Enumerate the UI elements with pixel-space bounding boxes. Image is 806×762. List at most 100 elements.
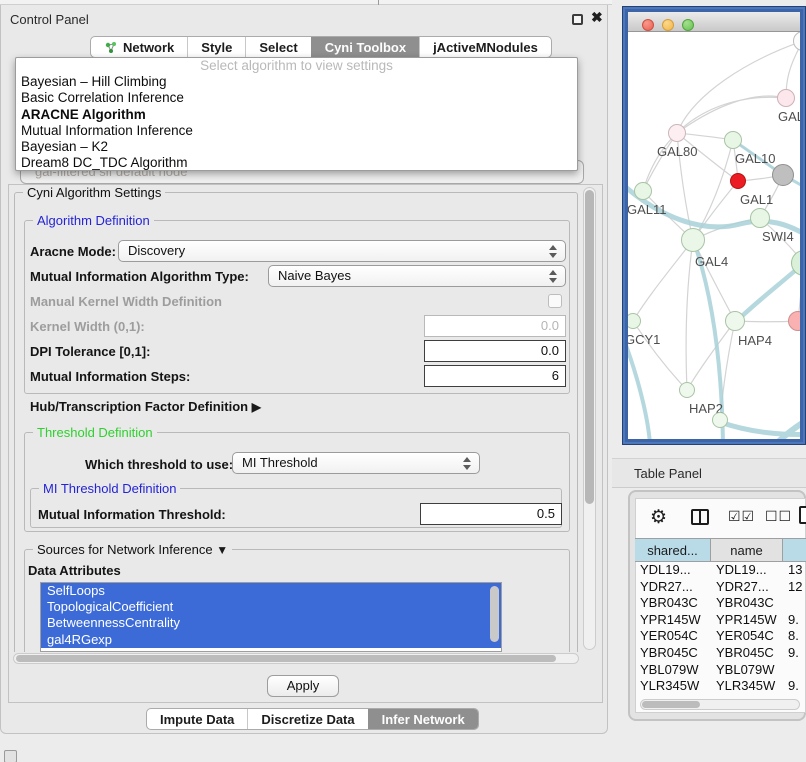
- tab-impute-data[interactable]: Impute Data: [147, 709, 247, 729]
- table-column-header[interactable]: A: [783, 538, 806, 562]
- table-panel-title: Table Panel: [634, 466, 702, 481]
- table-row[interactable]: YDL19...YDL19...13: [635, 562, 806, 579]
- tab-label: Network: [123, 40, 174, 55]
- dpi-tolerance-input[interactable]: 0.0: [424, 340, 566, 362]
- sources-title: Sources for Network Inference: [37, 542, 213, 557]
- network-node-hap2[interactable]: [679, 382, 695, 398]
- table-row[interactable]: YIL052CYIL052C9.: [635, 695, 806, 698]
- hub-definition-expander[interactable]: Hub/Transcription Factor Definition ▶: [30, 399, 261, 414]
- mi-type-select[interactable]: Naive Bayes: [268, 265, 566, 287]
- table-cell: YBL079W: [635, 662, 711, 679]
- algorithm-popup: Select algorithm to view settings Bayesi…: [15, 57, 578, 171]
- table-cell: YPR145W: [635, 612, 711, 629]
- table-row[interactable]: YLR345WYLR345W9.: [635, 678, 806, 695]
- tab-style[interactable]: Style: [187, 37, 245, 57]
- unchecked-boxes-icon[interactable]: ☐☐: [765, 508, 792, 525]
- network-node-gal[interactable]: [777, 89, 795, 107]
- network-node-gal1[interactable]: [730, 173, 746, 189]
- data-attribute-item[interactable]: TopologicalCoefficient: [41, 599, 501, 615]
- tab-discretize-data[interactable]: Discretize Data: [247, 709, 367, 729]
- table-cell: YLR345W: [635, 678, 711, 695]
- group-title: Cyni Algorithm Settings: [23, 186, 165, 200]
- tab-label: Discretize Data: [261, 712, 354, 727]
- data-attributes-list[interactable]: SelfLoopsTopologicalCoefficientBetweenne…: [40, 582, 502, 652]
- close-window-icon[interactable]: [642, 19, 654, 31]
- network-node-gal4[interactable]: [681, 228, 705, 252]
- which-threshold-value: MI Threshold: [242, 455, 318, 470]
- group-title: MI Threshold Definition: [39, 481, 180, 496]
- algorithm-option[interactable]: Bayesian – K2: [16, 139, 577, 155]
- tab-select[interactable]: Select: [245, 37, 310, 57]
- checked-boxes-icon[interactable]: ☑☑: [728, 508, 755, 525]
- network-window-titlebar[interactable]: [628, 12, 800, 32]
- table-row[interactable]: YER054CYER054C8.: [635, 628, 806, 645]
- network-canvas[interactable]: GALGAL80GAL10GAL1GAL11SWI4GAL4GCY1HAP4YH…: [628, 32, 800, 439]
- split-columns-icon[interactable]: [691, 509, 709, 525]
- data-attribute-item[interactable]: BetweennessCentrality: [41, 615, 501, 631]
- network-node[interactable]: [712, 412, 728, 428]
- gear-icon[interactable]: ⚙: [650, 506, 667, 529]
- table-cell: YBR045C: [711, 645, 783, 662]
- algorithm-option[interactable]: ARACNE Algorithm: [16, 107, 577, 123]
- table-row[interactable]: YBL079WYBL079W: [635, 662, 806, 679]
- table-cell: 8.: [783, 628, 806, 645]
- table-cell: 9.: [783, 645, 806, 662]
- settings-hscrollbar-thumb[interactable]: [16, 655, 556, 662]
- which-threshold-select[interactable]: MI Threshold: [232, 452, 480, 474]
- page-icon[interactable]: [799, 506, 806, 524]
- table-cell: YIL052C: [635, 695, 711, 698]
- tab-network[interactable]: Network: [91, 37, 187, 57]
- data-attribute-item[interactable]: gal4RGexp: [41, 632, 501, 648]
- mi-steps-input[interactable]: 6: [424, 365, 566, 387]
- tab-infer-network[interactable]: Infer Network: [368, 709, 478, 729]
- collapse-arrow-icon[interactable]: ▼: [216, 543, 228, 557]
- manual-kernel-label: Manual Kernel Width Definition: [30, 294, 222, 309]
- network-node-gal11[interactable]: [634, 182, 652, 200]
- aracne-mode-select[interactable]: Discovery: [118, 240, 566, 262]
- network-node-hap4[interactable]: [725, 311, 745, 331]
- table-cell: 9.: [783, 678, 806, 695]
- algorithm-option[interactable]: Mutual Information Inference: [16, 123, 577, 139]
- list-scrollbar[interactable]: [490, 586, 499, 642]
- group-title: Algorithm Definition: [33, 213, 154, 228]
- group-title: Sources for Network Inference ▼: [33, 542, 232, 557]
- table-hscrollbar-thumb[interactable]: [642, 701, 700, 708]
- table-header-row: shared...nameA: [635, 538, 806, 562]
- table-row[interactable]: YDR27...YDR27...12: [635, 579, 806, 596]
- table-row[interactable]: YBR043CYBR043C: [635, 595, 806, 612]
- tab-jactivemnodules[interactable]: jActiveMNodules: [419, 37, 551, 57]
- network-node-swi4[interactable]: [750, 208, 770, 228]
- tab-label: Select: [259, 40, 297, 55]
- table-row[interactable]: YPR145WYPR145W9.: [635, 612, 806, 629]
- tab-cyni-toolbox[interactable]: Cyni Toolbox: [311, 37, 419, 57]
- algorithm-option[interactable]: Bayesian – Hill Climbing: [16, 74, 577, 90]
- network-node[interactable]: [772, 164, 794, 186]
- table-cell: YIL052C: [711, 695, 783, 698]
- mi-threshold-input[interactable]: 0.5: [420, 503, 562, 525]
- table-cell: YER054C: [635, 628, 711, 645]
- zoom-window-icon[interactable]: [682, 19, 694, 31]
- data-attribute-item[interactable]: SelfLoops: [41, 583, 501, 599]
- algorithm-option[interactable]: Basic Correlation Inference: [16, 90, 577, 106]
- table-cell: 13: [783, 562, 806, 579]
- table-cell: YPR145W: [711, 612, 783, 629]
- kernel-width-input[interactable]: 0.0: [424, 315, 566, 337]
- combo-arrows-icon: [549, 269, 558, 284]
- settings-vscrollbar-thumb[interactable]: [585, 190, 594, 504]
- manual-kernel-checkbox[interactable]: [548, 294, 562, 308]
- algorithm-popup-list: Bayesian – Hill ClimbingBasic Correlatio…: [16, 74, 577, 172]
- bottom-tabbar: Impute Data Discretize Data Infer Network: [146, 708, 479, 730]
- minimize-window-icon[interactable]: [662, 19, 674, 31]
- table-column-header[interactable]: name: [711, 538, 783, 562]
- table-column-header[interactable]: shared...: [635, 538, 711, 562]
- close-panel-icon[interactable]: ✖: [591, 9, 603, 26]
- bottom-left-partial-icon[interactable]: [4, 750, 17, 762]
- table-cell: YDR27...: [635, 579, 711, 596]
- network-node-gal80[interactable]: [668, 124, 686, 142]
- algorithm-option[interactable]: Dream8 DC_TDC Algorithm: [16, 155, 577, 171]
- float-panel-icon[interactable]: [572, 14, 583, 25]
- table-row[interactable]: YBR045CYBR045C9.: [635, 645, 806, 662]
- network-node-gal10[interactable]: [724, 131, 742, 149]
- apply-button[interactable]: Apply: [267, 675, 339, 697]
- network-node-label: GAL4: [695, 254, 728, 269]
